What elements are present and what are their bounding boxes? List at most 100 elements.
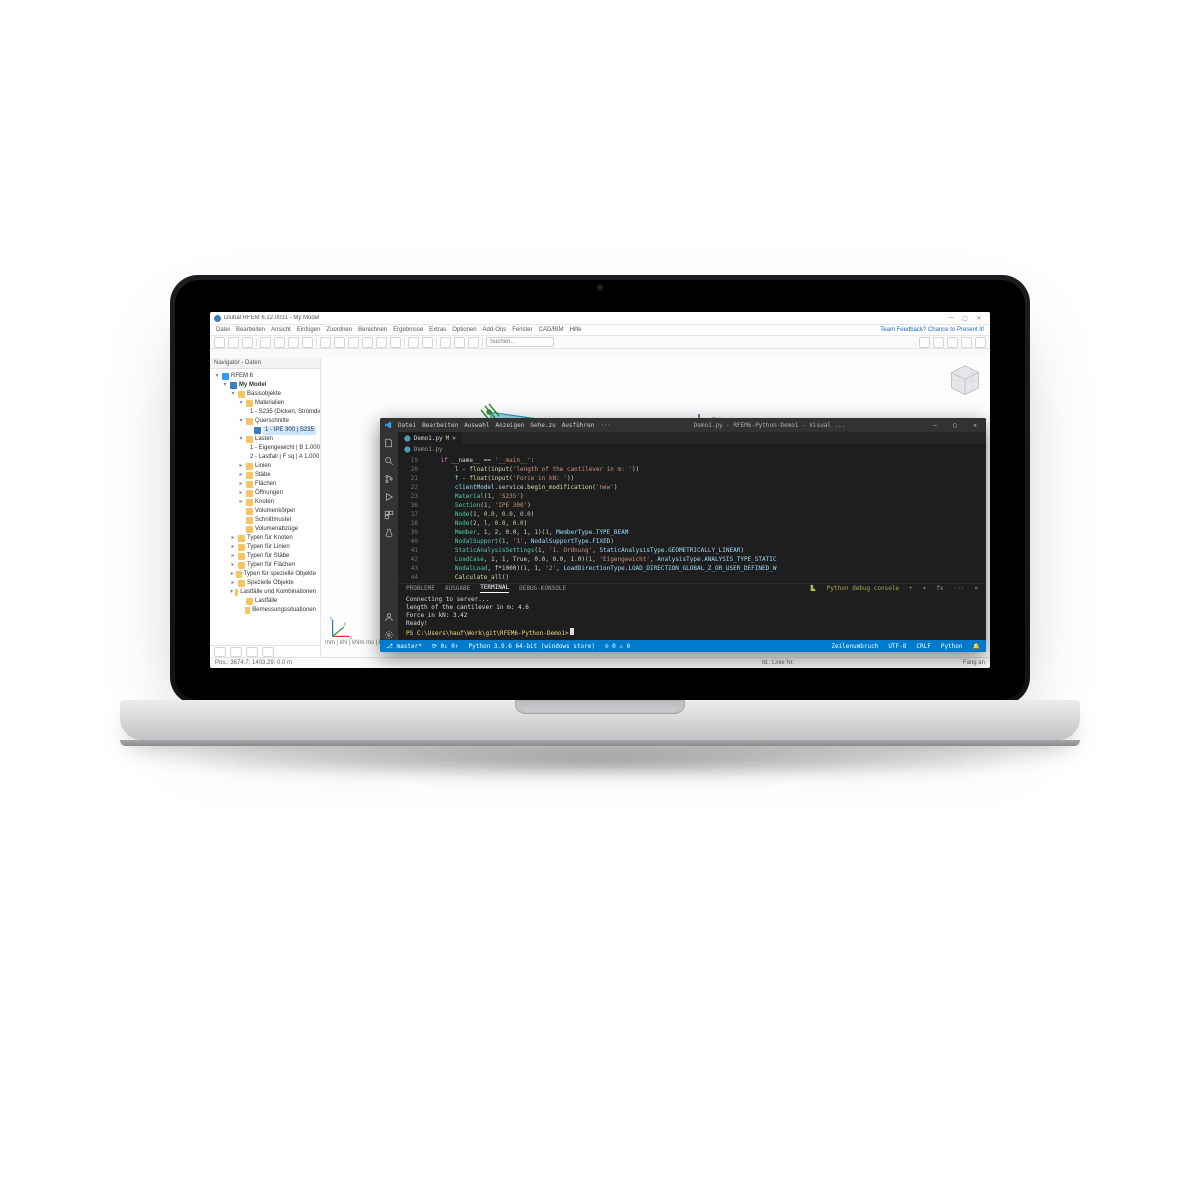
tree-row[interactable]: ▾Querschnitte xyxy=(214,417,316,426)
rfem-navigator[interactable]: Navigator - Daten ▾RFEM 6▾My Model▾Basis… xyxy=(210,358,321,658)
toolbar-button[interactable] xyxy=(933,337,944,348)
tree-row[interactable]: ▸Typen für Linien xyxy=(214,543,316,552)
source-control-icon[interactable] xyxy=(384,474,394,484)
navigator-tab[interactable] xyxy=(262,647,274,657)
window-maximize-button[interactable]: ▢ xyxy=(948,422,962,429)
toolbar-button[interactable] xyxy=(288,337,299,348)
tree-row[interactable]: Volumenkörper xyxy=(214,507,316,516)
split-terminal-button[interactable]: fx xyxy=(936,585,943,592)
panel-tab[interactable]: PROBLEME xyxy=(406,585,435,593)
toolbar-button[interactable] xyxy=(348,337,359,348)
tree-row[interactable]: ▾Lastfälle und Kombinationen xyxy=(214,588,316,597)
vscode-activity-bar[interactable] xyxy=(380,432,398,640)
tree-row[interactable]: ▸Öffnungen xyxy=(214,489,316,498)
menu-item[interactable]: Ergebnisse xyxy=(393,327,423,333)
menu-item[interactable]: Datei xyxy=(216,327,230,333)
tree-row[interactable]: 1 - Eigengewicht | B 1.000 sq | T ... xyxy=(214,444,316,453)
testing-icon[interactable] xyxy=(384,528,394,538)
menu-item[interactable]: Ausführen xyxy=(562,422,595,429)
status-encoding[interactable]: UTF-8 xyxy=(888,643,906,650)
tree-row[interactable]: ▸Spezielle Objekte xyxy=(214,579,316,588)
menu-item[interactable]: Add-Ons xyxy=(483,327,507,333)
extensions-icon[interactable] xyxy=(384,510,394,520)
menu-item[interactable]: Datei xyxy=(398,422,416,429)
toolbar-button[interactable] xyxy=(422,337,433,348)
panel-tabs[interactable]: PROBLEME AUSGABE TERMINAL DEBUG-KONSOLE … xyxy=(398,584,986,593)
terminal-profile[interactable]: Python debug console xyxy=(827,585,899,592)
vscode-window[interactable]: Datei Bearbeiten Auswahl Anzeigen Gehe.z… xyxy=(380,418,986,652)
menu-item[interactable]: ··· xyxy=(600,422,611,429)
rfem-toolbar-1[interactable] xyxy=(210,336,990,349)
status-python[interactable]: Python 3.9.6 64-bit (windows store) xyxy=(469,643,595,650)
menu-item[interactable]: Bearbeiten xyxy=(236,327,265,333)
view-cube[interactable] xyxy=(948,364,982,398)
menu-item[interactable]: Bearbeiten xyxy=(422,422,458,429)
tree-row[interactable]: ▾My Model xyxy=(214,381,316,390)
menu-item[interactable]: Fenster xyxy=(512,327,532,333)
tree-row[interactable]: ▾Lasten xyxy=(214,435,316,444)
breadcrumb[interactable]: ⬤ Demo1.py xyxy=(398,444,986,454)
code-area[interactable]: 1920212223363738394041424344454647 if __… xyxy=(398,454,986,583)
status-sync[interactable]: ⟳ 0↓ 0↑ xyxy=(432,643,459,650)
search-icon[interactable] xyxy=(384,456,394,466)
toolbar-button[interactable] xyxy=(454,337,465,348)
menu-item[interactable]: Zuordnen xyxy=(326,327,352,333)
toolbar-button[interactable] xyxy=(274,337,285,348)
feedback-link[interactable]: Team Feedback? Chance to Present it! xyxy=(880,327,984,333)
toolbar-button[interactable] xyxy=(228,337,239,348)
toolbar-button[interactable] xyxy=(947,337,958,348)
new-terminal-button[interactable]: + xyxy=(909,585,913,592)
tab-close-button[interactable]: × xyxy=(452,435,456,442)
tree-row[interactable]: ▸Knoten xyxy=(214,498,316,507)
editor-tab[interactable]: ⬤ Demo1.py M × xyxy=(398,432,463,444)
panel-tab[interactable]: AUSGABE xyxy=(445,585,470,593)
window-minimize-button[interactable]: — xyxy=(928,422,942,429)
vscode-statusbar[interactable]: ⎇ master* ⟳ 0↓ 0↑ Python 3.9.6 64-bit (w… xyxy=(380,640,986,652)
toolbar-button[interactable] xyxy=(376,337,387,348)
tree-row[interactable]: Volumenabzüge xyxy=(214,525,316,534)
toolbar-button[interactable] xyxy=(260,337,271,348)
explorer-icon[interactable] xyxy=(384,438,394,448)
panel-more-button[interactable]: ··· xyxy=(954,585,965,592)
vscode-panel[interactable]: PROBLEME AUSGABE TERMINAL DEBUG-KONSOLE … xyxy=(398,583,986,640)
window-close-button[interactable]: ✕ xyxy=(968,422,982,429)
vscode-menubar[interactable]: Datei Bearbeiten Auswahl Anzeigen Gehe.z… xyxy=(398,422,611,429)
status-language[interactable]: Python xyxy=(941,643,963,650)
terminal-dropdown-button[interactable]: ▾ xyxy=(923,585,927,592)
tree-row[interactable]: ▸Flächen xyxy=(214,480,316,489)
tree-row[interactable]: ▾RFEM 6 xyxy=(214,372,316,381)
toolbar-button[interactable] xyxy=(362,337,373,348)
menu-item[interactable]: Ansicht xyxy=(271,327,291,333)
tree-row[interactable]: ▸Typen für Stäbe xyxy=(214,552,316,561)
tree-row[interactable]: ▸Typen für Knoten xyxy=(214,534,316,543)
tree-row[interactable]: Lastfälle xyxy=(214,597,316,606)
status-wrap[interactable]: Zeilenumbruch xyxy=(831,643,878,650)
status-notifications[interactable]: 🔔 xyxy=(973,643,980,650)
toolbar-button[interactable] xyxy=(242,337,253,348)
toolbar-button[interactable] xyxy=(302,337,313,348)
status-problems[interactable]: ⊘ 0 ⚠ 0 xyxy=(605,643,630,650)
tree-row[interactable]: ▸Stäbe xyxy=(214,471,316,480)
toolbar-button[interactable] xyxy=(320,337,331,348)
menu-item[interactable]: Berechnen xyxy=(358,327,387,333)
editor-tabs[interactable]: ⬤ Demo1.py M × xyxy=(398,432,986,444)
account-icon[interactable] xyxy=(384,612,394,622)
toolbar-search-input[interactable] xyxy=(486,337,554,347)
terminal[interactable]: Connecting to server... length of the ca… xyxy=(398,593,986,641)
toolbar-button[interactable] xyxy=(919,337,930,348)
tree-row[interactable]: Bemessungssituationen xyxy=(214,606,316,615)
vscode-editor[interactable]: ⬤ Demo1.py M × ⬤ Demo1.py 19202122233637… xyxy=(398,432,986,640)
toolbar-button[interactable] xyxy=(440,337,451,348)
status-eol[interactable]: CRLF xyxy=(916,643,930,650)
window-close-button[interactable]: ✕ xyxy=(972,315,986,322)
gear-icon[interactable] xyxy=(384,630,394,640)
toolbar-button[interactable] xyxy=(961,337,972,348)
menu-item[interactable]: Extras xyxy=(429,327,446,333)
panel-tab-active[interactable]: TERMINAL xyxy=(480,584,509,593)
menu-item[interactable]: Anzeigen xyxy=(495,422,524,429)
navigator-tab[interactable] xyxy=(214,647,226,657)
tree-row[interactable]: ▸Typen für Flächen xyxy=(214,561,316,570)
rfem-titlebar[interactable]: Dlubal RFEM 6.12.0031 - My Model — ▢ ✕ xyxy=(210,312,990,325)
status-branch[interactable]: ⎇ master* xyxy=(386,643,422,650)
menu-item[interactable]: Hilfe xyxy=(570,327,582,333)
